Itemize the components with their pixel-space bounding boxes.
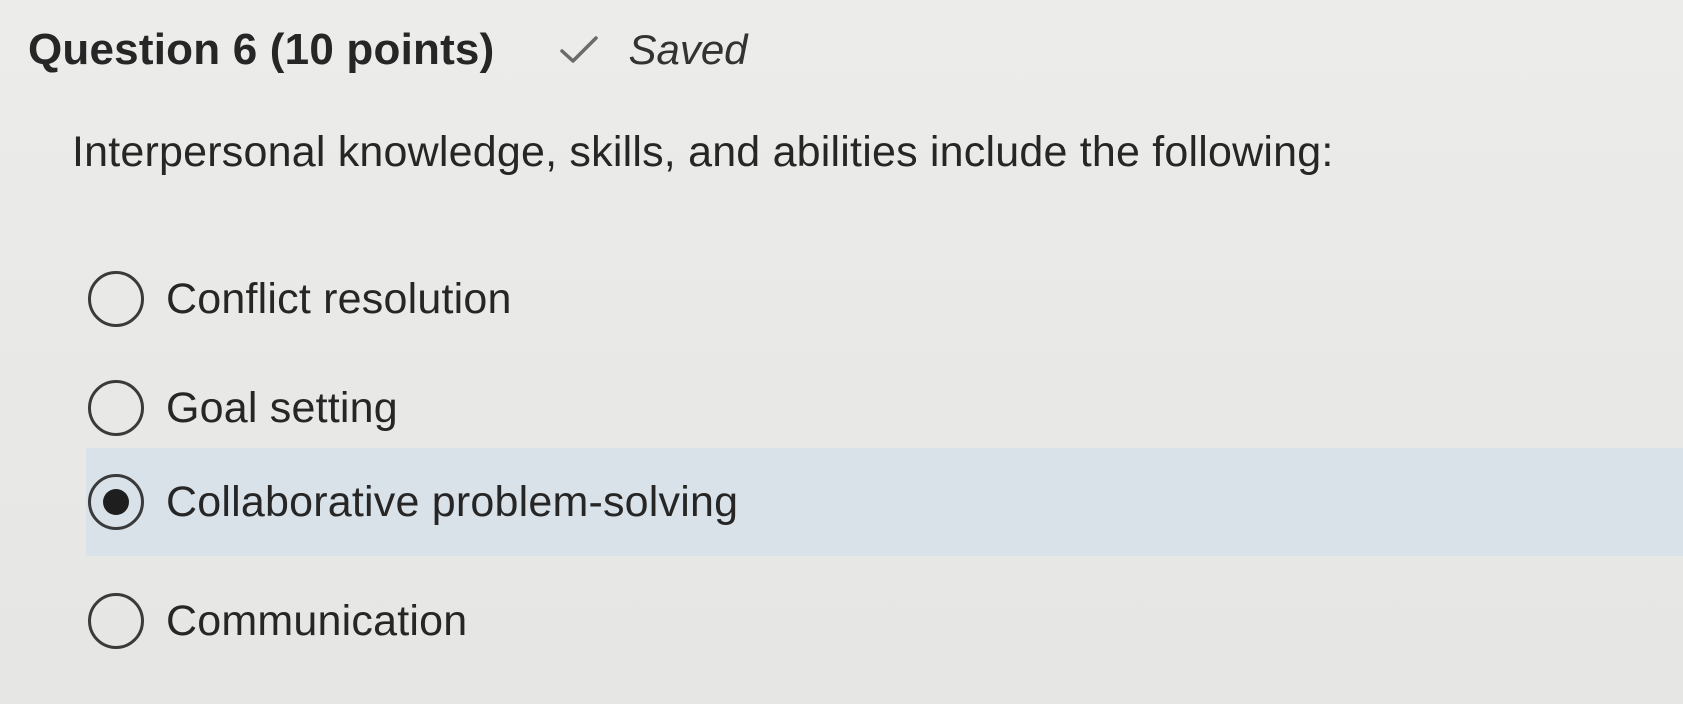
option-label: Communication <box>166 596 468 645</box>
question-prompt: Interpersonal knowledge, skills, and abi… <box>72 128 1334 176</box>
option-label: Conflict resolution <box>166 274 512 323</box>
option-label: Collaborative problem-solving <box>166 477 739 526</box>
answer-option-communication[interactable]: Communication <box>86 567 1683 675</box>
saved-label: Saved <box>628 26 748 73</box>
radio-button-selected[interactable] <box>88 474 144 530</box>
answer-option-conflict-resolution[interactable]: Conflict resolution <box>86 245 1683 353</box>
quiz-page: Question 6 (10 points) Saved Interperson… <box>0 0 1683 704</box>
radio-dot <box>103 489 129 515</box>
question-header: Question 6 (10 points) Saved <box>28 18 748 82</box>
save-status: Saved <box>558 26 748 74</box>
option-label: Goal setting <box>166 383 398 432</box>
radio-button[interactable] <box>88 271 144 327</box>
answer-option-collaborative-problem-solving[interactable]: Collaborative problem-solving <box>86 448 1683 556</box>
answer-option-goal-setting[interactable]: Goal setting <box>86 354 1683 462</box>
radio-button[interactable] <box>88 380 144 436</box>
question-title: Question 6 (10 points) <box>28 25 495 74</box>
check-icon <box>560 36 599 63</box>
radio-button[interactable] <box>88 593 144 649</box>
